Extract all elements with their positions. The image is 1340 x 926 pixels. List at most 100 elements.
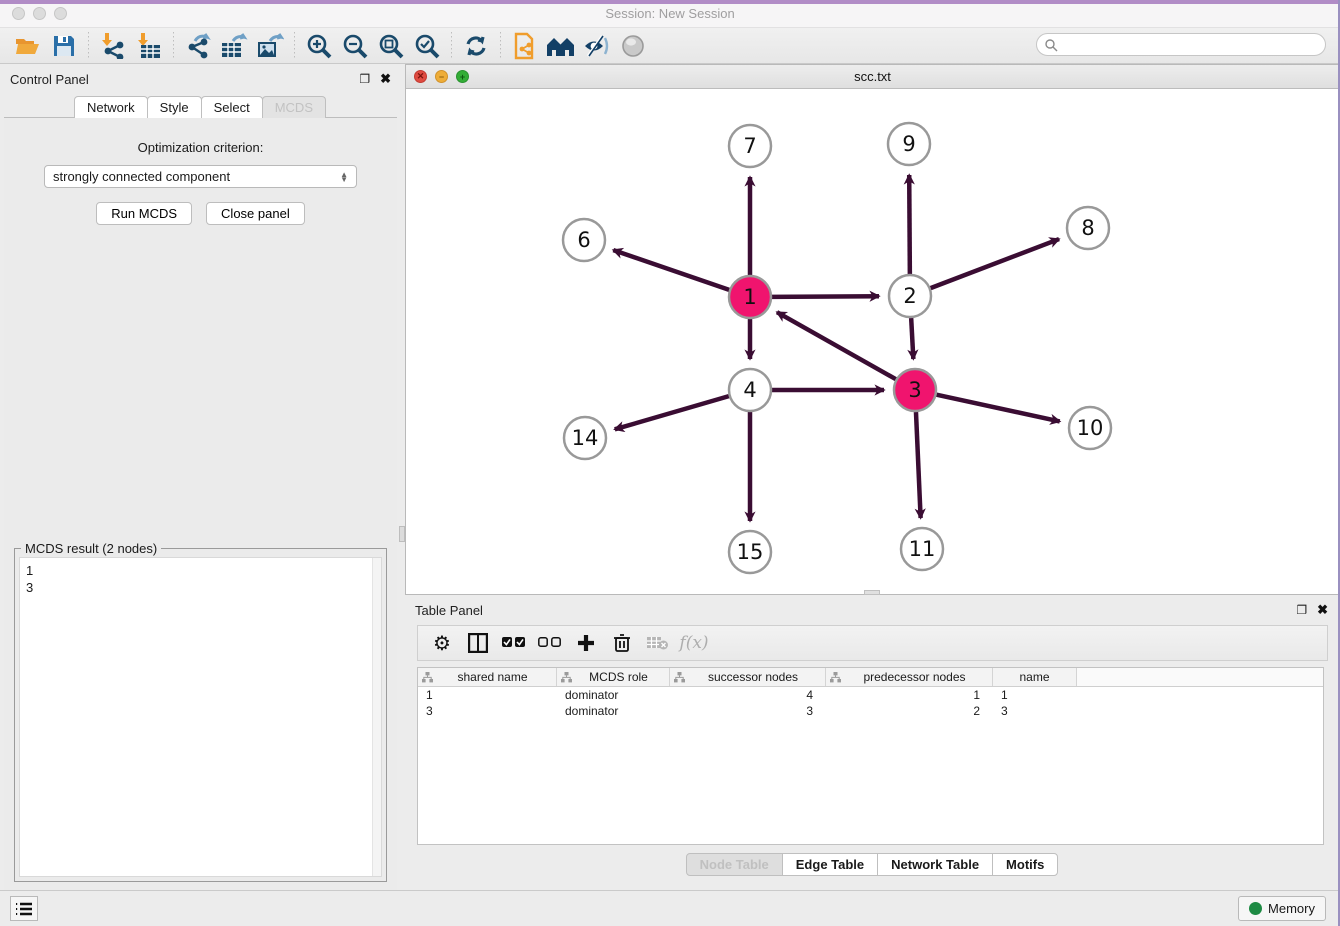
tab-node-table[interactable]: Node Table [686, 853, 783, 876]
status-bar: Memory [0, 890, 1340, 926]
cell-name[interactable]: 3 [993, 703, 1077, 719]
column-header-predecessor-nodes[interactable]: predecessor nodes [826, 668, 993, 686]
graph-node-label-10: 10 [1077, 416, 1104, 440]
cell-shared-name[interactable]: 1 [418, 687, 557, 703]
optimization-criterion-label: Optimization criterion: [4, 140, 397, 155]
tab-network[interactable]: Network [74, 96, 148, 118]
import-table-icon [137, 33, 161, 59]
table-row[interactable]: 3 dominator 3 2 3 [418, 703, 1323, 719]
open-session-icon [15, 35, 41, 57]
function-builder-button[interactable]: f(x) [678, 628, 710, 658]
pane-divider-grip[interactable] [399, 526, 405, 542]
graph-edge-2-8[interactable] [931, 239, 1059, 288]
graph-node-label-9: 9 [902, 132, 915, 156]
column-header-successor-nodes[interactable]: successor nodes [670, 668, 826, 686]
node-table: shared name MCDS role successor nodes pr… [417, 667, 1324, 845]
select-all-columns-button[interactable] [498, 628, 530, 658]
table-row[interactable]: 1 dominator 4 1 1 [418, 687, 1323, 703]
manual-layout-button[interactable] [507, 31, 543, 61]
add-column-icon [577, 634, 595, 652]
close-table-panel-icon[interactable]: ✖ [1317, 602, 1328, 618]
save-session-button[interactable] [46, 31, 82, 61]
export-network-button[interactable] [180, 31, 216, 61]
show-column-button[interactable] [462, 628, 494, 658]
task-history-button[interactable] [10, 896, 38, 921]
cell-shared-name[interactable]: 3 [418, 703, 557, 719]
network-canvas[interactable]: 7968124314101511 [406, 89, 1339, 594]
cell-name[interactable]: 1 [993, 687, 1077, 703]
network-resize-grip[interactable] [864, 590, 880, 595]
open-session-button[interactable] [10, 31, 46, 61]
cell-mcds-role[interactable]: dominator [557, 703, 670, 719]
search-input[interactable] [1058, 38, 1325, 52]
result-scrollbar[interactable] [372, 558, 381, 876]
zoom-fit-button[interactable] [373, 31, 409, 61]
graph-edge-4-14[interactable] [615, 396, 729, 429]
import-table-button[interactable] [131, 31, 167, 61]
table-header-row: shared name MCDS role successor nodes pr… [418, 668, 1323, 687]
export-image-button[interactable] [252, 31, 288, 61]
close-panel-icon[interactable]: ✖ [380, 71, 391, 87]
graph-node-label-3: 3 [908, 378, 921, 402]
zoom-out-icon [342, 33, 368, 59]
zoom-selected-icon [414, 33, 440, 59]
close-panel-button[interactable]: Close panel [206, 202, 305, 225]
tab-network-table[interactable]: Network Table [877, 853, 993, 876]
network-window-titlebar[interactable]: ✕ − + scc.txt [406, 65, 1339, 89]
memory-button[interactable]: Memory [1238, 896, 1326, 921]
table-panel: Table Panel ❐ ✖ ⚙ [405, 597, 1340, 890]
tab-motifs[interactable]: Motifs [992, 853, 1058, 876]
hide-selected-button[interactable] [579, 31, 615, 61]
export-table-icon [220, 33, 248, 59]
tree-hierarchy-icon [674, 672, 685, 683]
zoom-out-button[interactable] [337, 31, 373, 61]
first-neighbors-icon [546, 35, 576, 57]
criterion-select[interactable]: strongly connected component ▲▼ [44, 165, 357, 188]
graph-edge-3-11[interactable] [916, 412, 921, 518]
graph-edge-2-3[interactable] [911, 318, 913, 359]
column-header-mcds-role[interactable]: MCDS role [557, 668, 670, 686]
delete-column-button[interactable] [606, 628, 638, 658]
run-mcds-button[interactable]: Run MCDS [96, 202, 192, 225]
float-table-panel-icon[interactable]: ❐ [1296, 603, 1307, 617]
export-image-icon [256, 33, 284, 59]
graph-edge-3-10[interactable] [936, 395, 1059, 422]
graph-edge-2-9[interactable] [909, 175, 910, 274]
import-network-button[interactable] [95, 31, 131, 61]
zoom-selected-button[interactable] [409, 31, 445, 61]
show-column-icon [468, 633, 488, 653]
cell-predecessor-nodes[interactable]: 2 [826, 703, 993, 719]
cell-predecessor-nodes[interactable]: 1 [826, 687, 993, 703]
column-header-shared-name[interactable]: shared name [418, 668, 557, 686]
delete-table-button[interactable] [642, 628, 674, 658]
memory-status-dot-icon [1249, 902, 1262, 915]
graph-edge-1-6[interactable] [613, 250, 729, 290]
export-table-button[interactable] [216, 31, 252, 61]
deselect-all-columns-button[interactable] [534, 628, 566, 658]
table-panel-title: Table Panel [415, 603, 483, 618]
table-options-button[interactable]: ⚙ [426, 628, 458, 658]
mcds-result-text[interactable]: 1 3 [19, 557, 382, 877]
delete-column-icon [613, 633, 631, 653]
cell-successor-nodes[interactable]: 4 [670, 687, 826, 703]
tab-style[interactable]: Style [147, 96, 202, 118]
zoom-in-button[interactable] [301, 31, 337, 61]
tab-edge-table[interactable]: Edge Table [782, 853, 878, 876]
cell-mcds-role[interactable]: dominator [557, 687, 670, 703]
add-column-button[interactable] [570, 628, 602, 658]
column-header-name[interactable]: name [993, 668, 1077, 686]
tab-select[interactable]: Select [201, 96, 263, 118]
refresh-layout-button[interactable] [458, 31, 494, 61]
float-panel-icon[interactable]: ❐ [359, 72, 370, 86]
search-box[interactable] [1036, 33, 1326, 56]
search-icon [1044, 38, 1058, 52]
graph-node-label-8: 8 [1081, 216, 1094, 240]
cell-successor-nodes[interactable]: 3 [670, 703, 826, 719]
first-neighbors-button[interactable] [543, 31, 579, 61]
gray-sphere-button[interactable] [615, 31, 651, 61]
tree-hierarchy-icon [830, 672, 841, 683]
tab-mcds[interactable]: MCDS [262, 96, 326, 118]
toolbar-separator [451, 32, 452, 60]
graph-edge-1-2[interactable] [772, 296, 879, 297]
graph-edge-3-1[interactable] [777, 312, 896, 379]
